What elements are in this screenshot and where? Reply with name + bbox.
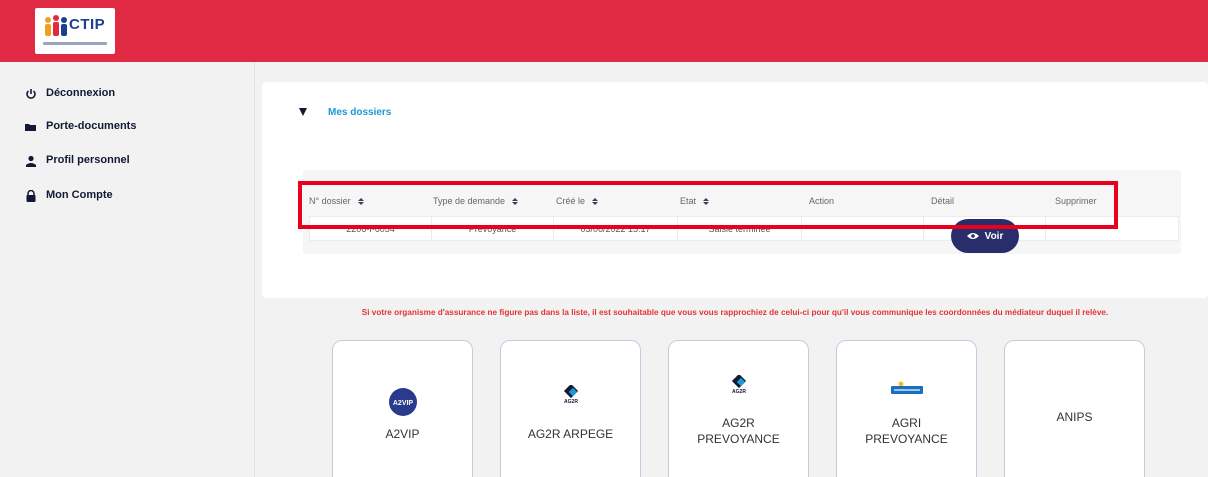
sidebar-item-label: Mon Compte [46, 189, 113, 201]
voir-button-label: Voir [984, 230, 1004, 242]
sidebar-item-label: Déconnexion [46, 87, 116, 99]
org-name-line1: AG2R [722, 416, 755, 430]
table-header: N° dossier Type de demande Créé le Etat … [309, 192, 1179, 216]
column-header-cree-le[interactable]: Créé le [556, 196, 599, 206]
voir-button[interactable]: Voir [951, 219, 1019, 253]
org-card-a2vip[interactable]: A2VIP A2VIP [332, 340, 473, 477]
ag2r-logo-text: AG2R [732, 389, 746, 395]
column-header-supprimer: Supprimer [1055, 196, 1097, 206]
org-name: AG2R ARPEGE [527, 427, 614, 441]
cell-etat: Saisie terminée [678, 217, 802, 240]
column-header-detail: Détail [931, 196, 955, 206]
org-name: A2VIP [385, 427, 420, 441]
sort-icon[interactable] [592, 197, 599, 205]
column-header-type[interactable]: Type de demande [433, 196, 519, 206]
people-logo-icon [45, 15, 67, 36]
sidebar-item-deconnexion[interactable]: Déconnexion [25, 84, 115, 102]
sidebar-divider [254, 62, 255, 477]
cell-action [802, 217, 924, 240]
ag2r-logo-text: AG2R [564, 399, 578, 405]
top-header-bar: CTIP [0, 0, 1208, 62]
panel-title[interactable]: Mes dossiers [328, 107, 391, 118]
collapse-toggle-icon[interactable] [299, 108, 307, 116]
notice-text: Si votre organisme d'assurance ne figure… [361, 308, 1109, 317]
user-icon [25, 154, 37, 167]
cell-type: Prevoyance [432, 217, 554, 240]
org-name-line1: AGRI [891, 416, 922, 430]
cell-dossier: 2206-I-6054 [310, 217, 432, 240]
table-row: 2206-I-6054 Prevoyance 03/06/2022 15:17 … [309, 216, 1179, 241]
logo-tagline [43, 42, 107, 45]
ctip-logo[interactable]: CTIP [35, 8, 115, 54]
sidebar-item-label: Profil personnel [46, 154, 130, 166]
sort-icon[interactable] [357, 197, 364, 205]
groupe-agrica-logo-icon [890, 381, 923, 400]
org-card-anips[interactable]: ANIPS [1004, 340, 1145, 477]
lock-icon [25, 189, 37, 202]
logo-text: CTIP [69, 16, 106, 33]
org-name-line2: PREVOYANCE [697, 432, 780, 446]
sidebar-item-label: Porte-documents [46, 120, 137, 132]
column-header-etat[interactable]: Etat [680, 196, 710, 206]
sort-icon[interactable] [703, 197, 710, 205]
a2vip-logo-icon: A2VIP [388, 387, 418, 422]
org-card-agri-prevoyance[interactable]: AGRI PREVOYANCE [836, 340, 977, 477]
org-name-line2: PREVOYANCE [865, 432, 948, 446]
org-card-ag2r-arpege[interactable]: AG2R AG2R ARPEGE [500, 340, 641, 477]
folder-icon [25, 120, 37, 132]
column-header-action: Action [809, 196, 835, 206]
ag2r-logo-icon: AG2R [557, 383, 585, 412]
eye-icon [966, 233, 979, 239]
sidebar-item-porte-documents[interactable]: Porte-documents [25, 117, 136, 135]
column-header-dossier[interactable]: N° dossier [309, 196, 364, 206]
sidebar-item-profil-personnel[interactable]: Profil personnel [25, 151, 130, 169]
a2vip-logo-text: A2VIP [392, 400, 413, 407]
ag2r-logo-icon: AG2R [725, 373, 753, 402]
dossiers-table: N° dossier Type de demande Créé le Etat … [303, 170, 1181, 254]
mes-dossiers-panel: Mes dossiers N° dossier Type de demande … [262, 82, 1208, 298]
org-card-ag2r-prevoyance[interactable]: AG2R AG2R PREVOYANCE [668, 340, 809, 477]
sort-icon[interactable] [512, 197, 519, 205]
sidebar-item-mon-compte[interactable]: Mon Compte [25, 186, 113, 204]
power-icon [25, 87, 37, 99]
cell-cree-le: 03/06/2022 15:17 [554, 217, 678, 240]
cell-supprimer [1046, 217, 1178, 240]
org-name: ANIPS [1056, 410, 1093, 424]
